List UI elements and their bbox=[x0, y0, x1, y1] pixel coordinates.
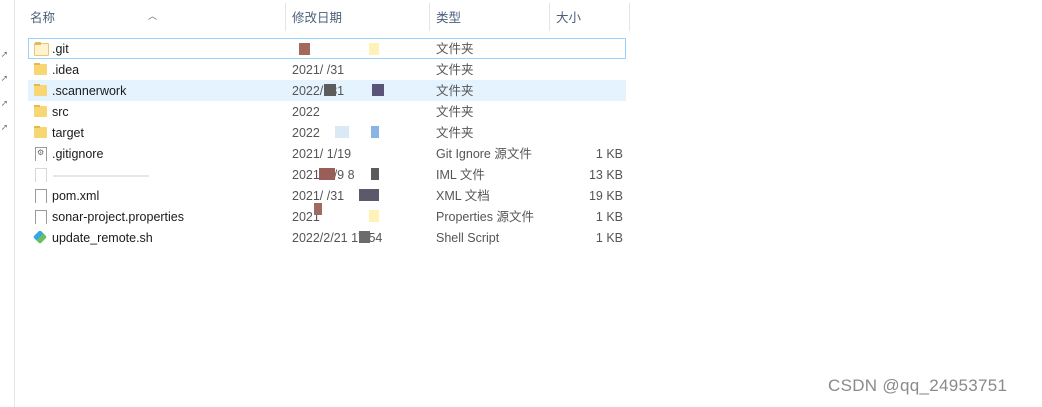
file-type: XML 文档 bbox=[436, 189, 490, 203]
redaction-mark bbox=[359, 231, 370, 243]
redaction-mark bbox=[369, 210, 379, 222]
redaction-mark bbox=[335, 126, 349, 138]
column-header-name-label: 名称 bbox=[30, 11, 56, 25]
redaction-mark bbox=[371, 168, 379, 180]
file-date: 2021/ 1/19 bbox=[292, 147, 352, 161]
column-header-name[interactable]: 名称 ︿ bbox=[24, 3, 286, 31]
iml-file-icon bbox=[33, 168, 49, 182]
redaction-mark bbox=[371, 126, 379, 138]
column-header-size[interactable]: 大小 bbox=[550, 3, 630, 31]
file-row[interactable]: sonar-project.properties 2021 Properties… bbox=[28, 203, 626, 227]
file-type: 文件夹 bbox=[436, 126, 474, 140]
folder-icon bbox=[33, 84, 49, 98]
file-name: update_remote.sh bbox=[52, 231, 153, 245]
folder-icon bbox=[33, 126, 49, 140]
column-header-row: 名称 ︿ 修改日期 类型 大小 bbox=[24, 3, 630, 31]
file-row[interactable]: pom.xml 2021/ /31 XML 文档 19 KB bbox=[28, 185, 626, 206]
pin-icon[interactable]: ➚ bbox=[0, 99, 9, 108]
file-date: 2021/ /31 bbox=[292, 189, 345, 203]
file-size: 19 KB bbox=[588, 189, 623, 203]
redaction-mark bbox=[372, 84, 384, 96]
file-type: Shell Script bbox=[436, 231, 500, 245]
pin-icon[interactable]: ➚ bbox=[0, 123, 9, 132]
xml-file-icon bbox=[33, 189, 49, 203]
navigation-pane-edge: ➚ ➚ ➚ ➚ bbox=[0, 0, 15, 407]
file-list: .git 文件夹 .idea 2021/ /31 文件夹 .scannerwor… bbox=[28, 38, 626, 248]
folder-icon bbox=[33, 42, 49, 56]
file-date: 2022/2/21 17:54 bbox=[292, 231, 383, 245]
file-name: src bbox=[52, 105, 69, 119]
folder-icon bbox=[33, 105, 49, 119]
file-row[interactable]: .git 文件夹 bbox=[28, 38, 626, 59]
file-name: sonar-project.properties bbox=[52, 210, 185, 224]
properties-file-icon bbox=[33, 210, 49, 224]
file-row[interactable]: .scannerwork 2022/ /31 文件夹 bbox=[28, 80, 626, 101]
file-type: Git Ignore 源文件 bbox=[436, 147, 532, 161]
file-name: target bbox=[52, 126, 84, 140]
redaction-mark bbox=[314, 203, 322, 215]
file-type: 文件夹 bbox=[436, 42, 474, 56]
file-date: 2022 bbox=[292, 105, 320, 119]
folder-icon bbox=[33, 63, 49, 77]
file-name: .git bbox=[52, 42, 69, 56]
column-header-date-label: 修改日期 bbox=[292, 11, 343, 25]
file-date: 2022/ /31 bbox=[292, 84, 345, 98]
file-row[interactable]: 2021/ 1/9 8 IML 文件 13 KB bbox=[28, 164, 626, 185]
redaction-mark bbox=[369, 43, 379, 55]
file-row[interactable]: update_remote.sh 2022/2/21 17:54 Shell S… bbox=[28, 227, 626, 248]
file-size: 1 KB bbox=[595, 231, 623, 245]
file-size: 1 KB bbox=[595, 147, 623, 161]
file-date: 2021/ 1/9 8 bbox=[292, 168, 355, 182]
column-header-type-label: 类型 bbox=[436, 11, 462, 25]
file-date: 2021/ /31 bbox=[292, 63, 345, 77]
file-size: 1 KB bbox=[595, 210, 623, 224]
redaction-mark bbox=[53, 175, 149, 177]
file-type: 文件夹 bbox=[436, 105, 474, 119]
file-name: .scannerwork bbox=[52, 84, 127, 98]
pin-icon[interactable]: ➚ bbox=[0, 50, 9, 59]
file-type: 文件夹 bbox=[436, 84, 474, 98]
gitignore-file-icon: ⚙ bbox=[33, 147, 49, 161]
file-date: 2021 bbox=[292, 210, 320, 224]
file-name: pom.xml bbox=[52, 189, 100, 203]
file-row[interactable]: src 2022 文件夹 bbox=[28, 101, 626, 122]
git-bash-icon bbox=[33, 231, 49, 245]
column-header-type[interactable]: 类型 bbox=[430, 3, 550, 31]
file-name: .idea bbox=[52, 63, 80, 77]
redaction-mark bbox=[359, 189, 379, 201]
watermark-text: CSDN @qq_24953751 bbox=[828, 376, 1008, 395]
sort-ascending-icon: ︿ bbox=[148, 11, 158, 21]
file-type: IML 文件 bbox=[436, 168, 485, 182]
file-size: 13 KB bbox=[588, 168, 623, 182]
pin-icon[interactable]: ➚ bbox=[0, 74, 9, 83]
file-date: 2022 bbox=[292, 126, 320, 140]
column-header-date[interactable]: 修改日期 bbox=[286, 3, 430, 31]
column-header-size-label: 大小 bbox=[556, 11, 582, 25]
file-name: .gitignore bbox=[52, 147, 104, 161]
file-row[interactable]: target 2022 文件夹 bbox=[28, 122, 626, 143]
file-row[interactable]: .idea 2021/ /31 文件夹 bbox=[28, 59, 626, 80]
file-type: Properties 源文件 bbox=[436, 210, 534, 224]
redaction-mark bbox=[319, 168, 335, 180]
redaction-mark bbox=[299, 43, 310, 55]
file-type: 文件夹 bbox=[436, 63, 474, 77]
redaction-mark bbox=[324, 84, 336, 96]
file-row[interactable]: ⚙ .gitignore 2021/ 1/19 Git Ignore 源文件 1… bbox=[28, 143, 626, 164]
